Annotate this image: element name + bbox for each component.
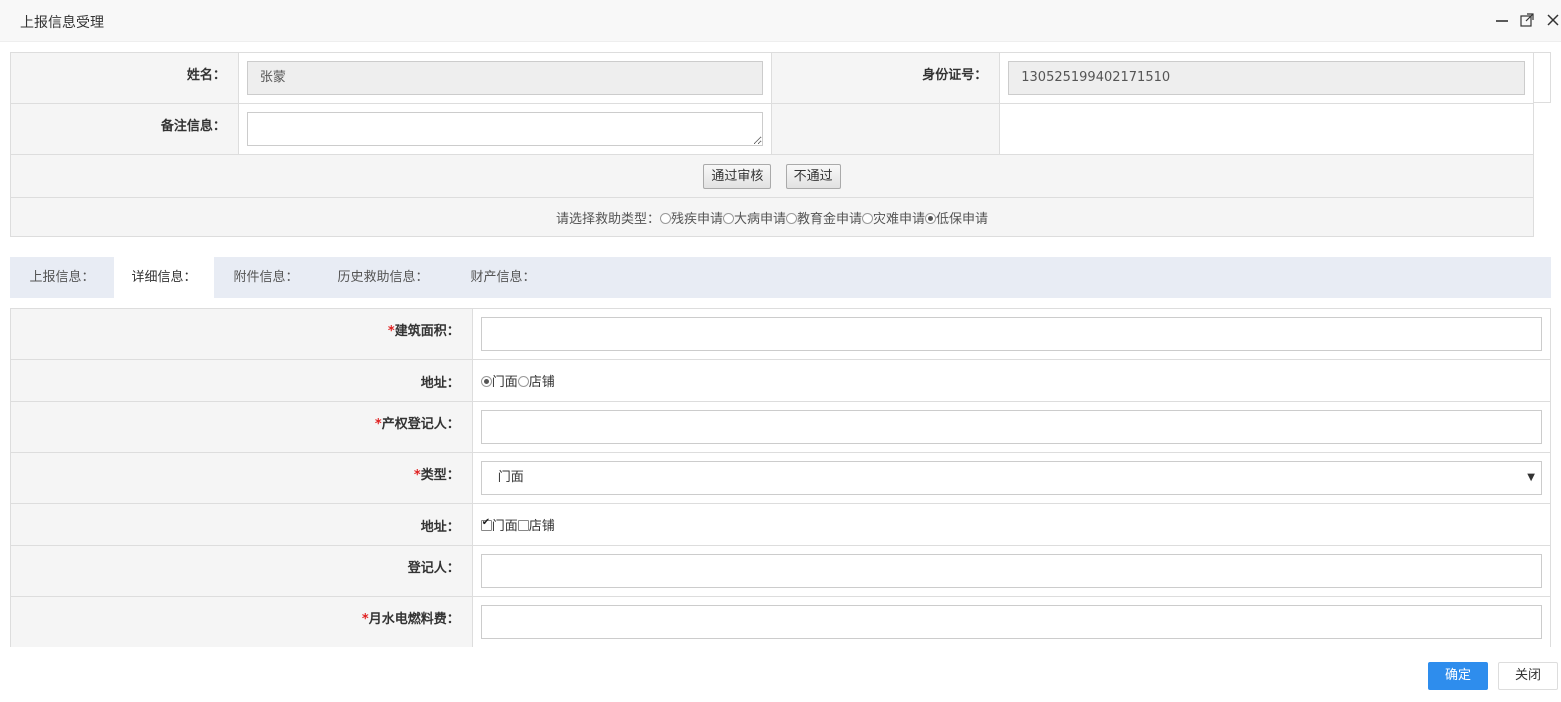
owner-input[interactable] — [480, 410, 1542, 444]
tab-bar: 上报信息： 详细信息： 附件信息： 历史救助信息： 财产信息： — [10, 257, 1551, 298]
address-checkbox-shop-label: 店铺 — [528, 519, 555, 534]
tab-report-info[interactable]: 上报信息： — [10, 257, 114, 298]
address-label: 地址： — [10, 359, 473, 402]
name-label: 姓名： — [10, 52, 239, 104]
utility-fee-input[interactable] — [480, 605, 1542, 639]
review-actions: 通过审核 不通过 — [10, 154, 1534, 198]
address-checkbox-storefront-label: 门面 — [491, 519, 518, 534]
chevron-down-icon: ▼ — [1527, 472, 1535, 483]
address-radio-storefront-label: 门面 — [491, 375, 518, 390]
aid-type-label: 请选择救助类型： — [555, 211, 660, 227]
address-checkbox-shop[interactable] — [517, 520, 529, 531]
approve-button[interactable]: 通过审核 — [703, 163, 772, 189]
address-checkbox-group: 门面店铺 — [471, 503, 1552, 546]
type-label: *类型： — [10, 452, 473, 504]
empty-label-cell — [771, 103, 1001, 155]
id-number-field[interactable]: 130525199402171510 — [1008, 61, 1525, 95]
address2-label: 地址： — [10, 503, 473, 546]
address-checkbox-storefront[interactable] — [480, 517, 492, 531]
address-radio-shop-label: 店铺 — [528, 375, 555, 390]
close-button[interactable]: 关闭 — [1498, 662, 1558, 690]
aid-type-label-education: 教育金申请 — [797, 211, 863, 227]
registrant-input[interactable] — [480, 554, 1542, 588]
detail-form-table: *建筑面积： 地址： 门面店铺 *产权登记人： *类型： 门面▼ 地址： 门面店… — [10, 308, 1552, 647]
maximize-icon[interactable] — [1519, 12, 1535, 28]
aid-type-row: 请选择救助类型： 残疾申请 大病申请 教育金申请 灾难申请 低保申请 — [10, 197, 1534, 237]
utility-fee-label: *月水电燃料费： — [10, 596, 473, 647]
applicant-info-table: 姓名： 张蒙 身份证号： 130525199402171510 备注信息： 通过… — [10, 52, 1534, 237]
remark-label: 备注信息： — [10, 103, 239, 155]
minimize-icon[interactable] — [1494, 12, 1510, 28]
area-label: *建筑面积： — [10, 308, 473, 360]
tab-detail-info[interactable]: 详细信息： — [114, 257, 214, 298]
confirm-button[interactable]: 确定 — [1428, 662, 1488, 690]
remark-textarea[interactable] — [246, 112, 764, 146]
address-radio-storefront[interactable] — [480, 376, 492, 387]
aid-type-label-illness: 大病申请 — [733, 211, 786, 227]
aid-type-label-disability: 残疾申请 — [670, 211, 723, 227]
tab-aid-history[interactable]: 历史救助信息： — [318, 257, 448, 298]
tab-property-info[interactable]: 财产信息： — [448, 257, 558, 298]
aid-type-label-minimum-living: 低保申请 — [936, 211, 989, 227]
dialog-footer: 确定 关闭 — [0, 647, 1561, 702]
aid-type-radio-illness[interactable] — [722, 212, 734, 224]
type-select[interactable]: 门面 ▼ — [480, 461, 1542, 495]
aid-type-radio-minimum-living[interactable] — [925, 212, 937, 224]
aid-type-radio-education[interactable] — [786, 212, 797, 224]
id-number-label: 身份证号： — [771, 52, 1001, 104]
owner-label: *产权登记人： — [10, 401, 473, 453]
address-radio-shop[interactable] — [517, 376, 529, 387]
aid-type-radio-disability[interactable] — [659, 212, 671, 224]
aid-type-label-disaster: 灾难申请 — [873, 211, 926, 227]
registrant-label: 登记人： — [10, 545, 473, 597]
empty-value-cell — [999, 103, 1534, 155]
address-radio-group: 门面 店铺 — [471, 359, 1552, 402]
aid-type-radio-disaster[interactable] — [862, 212, 874, 224]
area-input[interactable] — [480, 317, 1542, 351]
reject-button[interactable]: 不通过 — [785, 163, 841, 189]
name-field[interactable]: 张蒙 — [246, 61, 764, 95]
close-icon[interactable] — [1545, 12, 1561, 28]
dialog-titlebar: 上报信息受理 — [0, 0, 1561, 42]
dialog-title: 上报信息受理 — [20, 15, 104, 31]
tab-attachment-info[interactable]: 附件信息： — [214, 257, 318, 298]
dialog-body: 姓名： 张蒙 身份证号： 130525199402171510 备注信息： 通过… — [0, 42, 1561, 647]
table-edge — [1534, 52, 1551, 103]
